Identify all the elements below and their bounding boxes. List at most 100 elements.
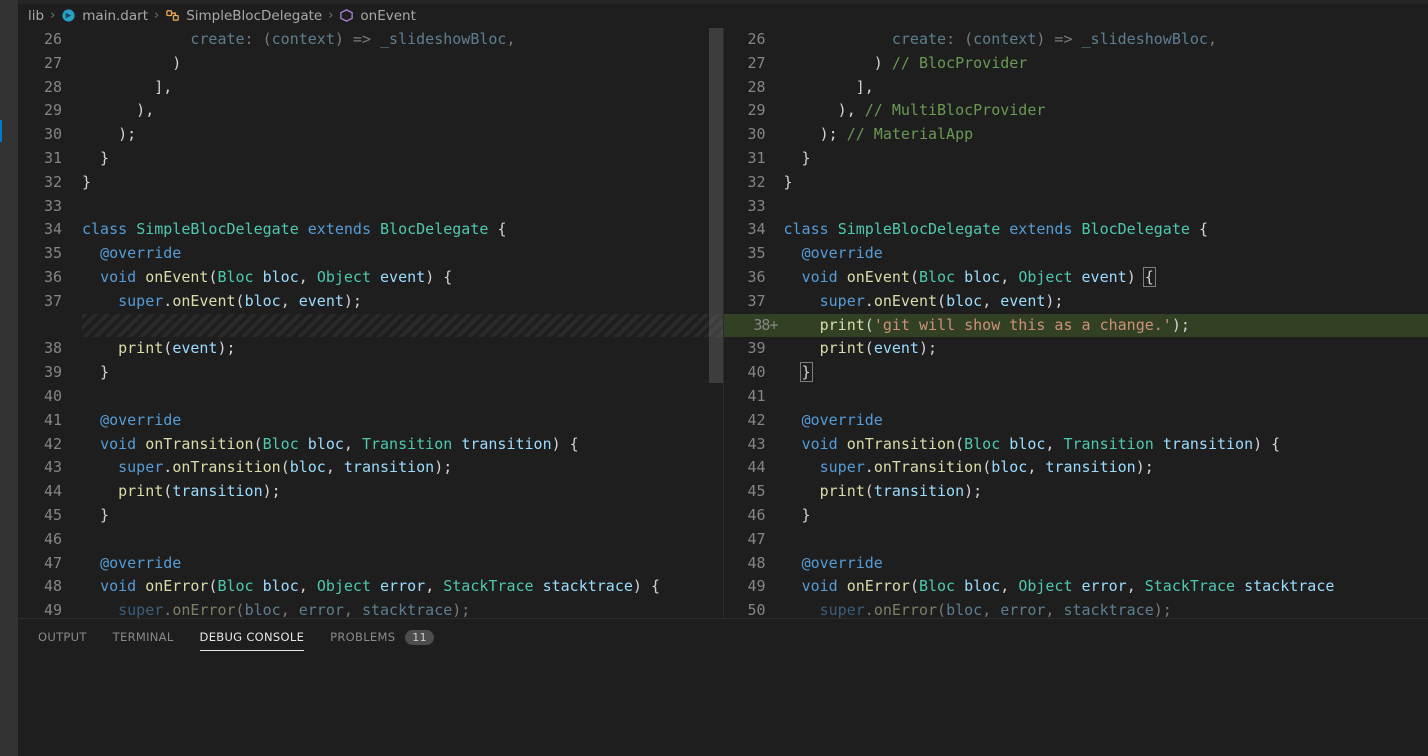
tab-terminal[interactable]: TERMINAL <box>113 630 174 650</box>
tab-debug-console[interactable]: DEBUG CONSOLE <box>200 630 305 651</box>
code-line[interactable]: 36 void onEvent(Bloc bloc, Object event)… <box>18 266 723 290</box>
line-number: 44 <box>18 480 82 504</box>
code-line[interactable]: 29 ), <box>18 99 723 123</box>
code-line[interactable]: 48 @override <box>724 552 1428 576</box>
code-line[interactable]: 33 <box>18 195 723 219</box>
code-line[interactable]: 31 } <box>724 147 1428 171</box>
code-line[interactable]: 38+ print('git will show this as a chang… <box>724 314 1428 338</box>
activity-bar[interactable] <box>0 0 18 756</box>
code-content <box>784 528 1428 552</box>
code-line[interactable]: 50 super.onError(bloc, error, stacktrace… <box>724 599 1428 618</box>
code-line[interactable]: 41 <box>724 385 1428 409</box>
line-number: 30 <box>18 123 82 147</box>
breadcrumb-method[interactable]: onEvent <box>360 8 416 24</box>
line-number: 33 <box>724 195 784 219</box>
line-number: 33 <box>18 195 82 219</box>
code-line[interactable]: 26 create: (context) => _slideshowBloc, <box>18 28 723 52</box>
scroll-thumb[interactable] <box>709 28 723 383</box>
code-line[interactable]: 27 ) <box>18 52 723 76</box>
line-number: 43 <box>724 433 784 457</box>
code-line[interactable]: 43 void onTransition(Bloc bloc, Transiti… <box>724 433 1428 457</box>
code-line[interactable]: 40 <box>18 385 723 409</box>
code-line[interactable]: 49 super.onError(bloc, error, stacktrace… <box>18 599 723 618</box>
line-number: 38 <box>18 337 82 361</box>
tab-output[interactable]: OUTPUT <box>38 630 87 650</box>
code-line[interactable]: 49 void onError(Bloc bloc, Object error,… <box>724 575 1428 599</box>
line-number: 27 <box>18 52 82 76</box>
code-content: super.onTransition(bloc, transition); <box>82 456 723 480</box>
code-line[interactable]: 43 super.onTransition(bloc, transition); <box>18 456 723 480</box>
line-number: 36 <box>18 266 82 290</box>
line-number: 35 <box>724 242 784 266</box>
code-line[interactable]: 32} <box>724 171 1428 195</box>
code-line[interactable]: 34class SimpleBlocDelegate extends BlocD… <box>724 218 1428 242</box>
code-line[interactable]: 36 void onEvent(Bloc bloc, Object event)… <box>724 266 1428 290</box>
line-number: 45 <box>18 504 82 528</box>
code-line[interactable]: 45 } <box>18 504 723 528</box>
code-line[interactable]: 35 @override <box>18 242 723 266</box>
code-line[interactable]: 47 @override <box>18 552 723 576</box>
code-line[interactable]: 30 ); // MaterialApp <box>724 123 1428 147</box>
code-content: } <box>784 147 1428 171</box>
breadcrumb-class[interactable]: SimpleBlocDelegate <box>186 8 322 24</box>
code-content: ); <box>82 123 723 147</box>
code-content: ), // MultiBlocProvider <box>784 99 1428 123</box>
code-line[interactable]: 34class SimpleBlocDelegate extends BlocD… <box>18 218 723 242</box>
code-line[interactable]: 33 <box>724 195 1428 219</box>
code-content: void onTransition(Bloc bloc, Transition … <box>784 433 1428 457</box>
code-line[interactable]: 48 void onError(Bloc bloc, Object error,… <box>18 575 723 599</box>
code-content: class SimpleBlocDelegate extends BlocDel… <box>82 218 723 242</box>
scrollbar[interactable] <box>709 28 723 428</box>
code-line[interactable]: 47 <box>724 528 1428 552</box>
code-line[interactable]: 28 ], <box>724 76 1428 100</box>
code-content: super.onEvent(bloc, event); <box>82 290 723 314</box>
line-number: 46 <box>18 528 82 552</box>
code-line[interactable]: 27 ) // BlocProvider <box>724 52 1428 76</box>
line-number: 49 <box>724 575 784 599</box>
code-line[interactable]: 41 @override <box>18 409 723 433</box>
code-line[interactable]: 35 @override <box>724 242 1428 266</box>
code-line[interactable]: 31 } <box>18 147 723 171</box>
code-line[interactable]: 37 super.onEvent(bloc, event); <box>18 290 723 314</box>
breadcrumb-file[interactable]: main.dart <box>82 8 148 24</box>
code-line[interactable]: 45 print(transition); <box>724 480 1428 504</box>
code-line[interactable]: 28 ], <box>18 76 723 100</box>
code-line[interactable]: 26 create: (context) => _slideshowBloc, <box>724 28 1428 52</box>
line-number: 41 <box>724 385 784 409</box>
line-number: 34 <box>18 218 82 242</box>
diff-left-pane[interactable]: 26 create: (context) => _slideshowBloc,2… <box>18 28 724 618</box>
chevron-right-icon: › <box>50 8 55 23</box>
code-line[interactable]: 44 super.onTransition(bloc, transition); <box>724 456 1428 480</box>
code-content: } <box>784 171 1428 195</box>
line-number: 47 <box>724 528 784 552</box>
code-line[interactable]: 46 <box>18 528 723 552</box>
code-content: class SimpleBlocDelegate extends BlocDel… <box>784 218 1428 242</box>
line-number: 43 <box>18 456 82 480</box>
code-line[interactable]: 44 print(transition); <box>18 480 723 504</box>
code-line[interactable]: 32} <box>18 171 723 195</box>
code-line[interactable]: 42 @override <box>724 409 1428 433</box>
diff-right-pane[interactable]: 26 create: (context) => _slideshowBloc,2… <box>724 28 1428 618</box>
activity-indicator <box>0 120 2 142</box>
line-number: 32 <box>724 171 784 195</box>
dart-file-icon <box>61 8 76 23</box>
breadcrumb-folder[interactable]: lib <box>28 8 44 24</box>
code-line[interactable]: 29 ), // MultiBlocProvider <box>724 99 1428 123</box>
code-line[interactable]: 39 } <box>18 361 723 385</box>
code-line[interactable]: 30 ); <box>18 123 723 147</box>
code-content: void onTransition(Bloc bloc, Transition … <box>82 433 723 457</box>
code-content: ) // BlocProvider <box>784 52 1428 76</box>
code-line[interactable]: 42 void onTransition(Bloc bloc, Transiti… <box>18 433 723 457</box>
code-content: ); // MaterialApp <box>784 123 1428 147</box>
code-line[interactable]: 39 print(event); <box>724 337 1428 361</box>
code-line[interactable]: 46 } <box>724 504 1428 528</box>
code-content <box>784 385 1428 409</box>
code-content: @override <box>82 409 723 433</box>
code-line[interactable]: 40 } <box>724 361 1428 385</box>
code-content: } <box>82 361 723 385</box>
tab-problems[interactable]: PROBLEMS 11 <box>330 630 434 650</box>
code-line[interactable]: 37 super.onEvent(bloc, event); <box>724 290 1428 314</box>
chevron-right-icon: › <box>328 8 333 23</box>
breadcrumb[interactable]: lib › main.dart › SimpleBlocDelegate › o… <box>18 4 1428 28</box>
code-line[interactable]: 38 print(event); <box>18 337 723 361</box>
